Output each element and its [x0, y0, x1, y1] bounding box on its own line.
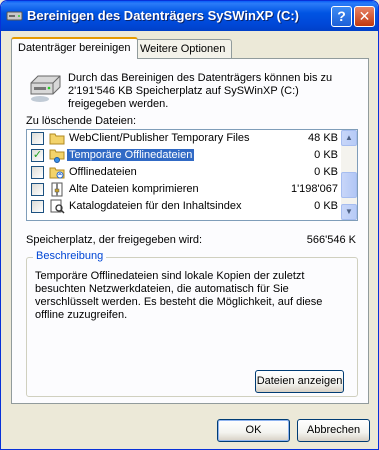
- file-checkbox[interactable]: [31, 183, 44, 196]
- file-name: Alte Dateien komprimieren: [69, 183, 199, 195]
- catalog-icon: [50, 199, 65, 214]
- scroll-thumb[interactable]: [341, 172, 357, 198]
- file-size: 48 KB: [308, 132, 338, 144]
- files-label: Zu löschende Dateien:: [26, 115, 137, 127]
- list-item[interactable]: Alte Dateien komprimieren 1'198'067: [27, 181, 342, 198]
- ok-button[interactable]: OK: [217, 419, 290, 442]
- file-checkbox[interactable]: [31, 200, 44, 213]
- file-checkbox[interactable]: [31, 166, 44, 179]
- list-item[interactable]: Offlinedateien 0 KB: [27, 164, 342, 181]
- description-title: Beschreibung: [33, 250, 107, 262]
- scroll-down-icon[interactable]: ▼: [341, 204, 357, 220]
- list-item[interactable]: Katalogdateien für den Inhaltsindex 0 KB: [27, 198, 342, 215]
- help-button[interactable]: ?: [331, 6, 352, 27]
- file-checkbox[interactable]: ✓: [31, 149, 44, 162]
- close-button[interactable]: ✕: [354, 6, 375, 27]
- description-text: Temporäre Offlinedateien sind lokale Kop…: [35, 270, 323, 321]
- offline-files-icon: [49, 167, 65, 179]
- hard-drive-icon: [30, 75, 61, 102]
- file-name: Temporäre Offlinedateien: [67, 149, 195, 161]
- view-files-button[interactable]: Dateien anzeigen: [255, 370, 344, 393]
- file-size: 1'198'067: [290, 183, 338, 195]
- file-checkbox[interactable]: [31, 132, 44, 145]
- window-title: Bereinigen des Datenträgers SySWinXP (C:…: [27, 8, 299, 23]
- file-size: 0 KB: [314, 200, 338, 212]
- dialog-window: Bereinigen des Datenträgers SySWinXP (C:…: [0, 0, 379, 450]
- title-bar[interactable]: Bereinigen des Datenträgers SySWinXP (C:…: [1, 1, 378, 31]
- space-label: Speicherplatz, der freigegeben wird:: [26, 234, 203, 246]
- tab-more-options[interactable]: Weitere Optionen: [133, 39, 233, 59]
- file-name: WebClient/Publisher Temporary Files: [69, 132, 250, 144]
- space-value: 566'546 K: [306, 234, 356, 246]
- file-name: Katalogdateien für den Inhaltsindex: [69, 200, 242, 212]
- file-size: 0 KB: [314, 166, 338, 178]
- tab-disk-cleanup[interactable]: Datenträger bereinigen: [11, 37, 138, 59]
- list-scrollbar[interactable]: ▲ ▼: [341, 130, 357, 220]
- cancel-button[interactable]: Abbrechen: [297, 419, 370, 442]
- intro-text: Durch das Bereinigen des Datenträgers kö…: [68, 72, 333, 110]
- list-item[interactable]: WebClient/Publisher Temporary Files 48 K…: [27, 130, 342, 147]
- files-list[interactable]: WebClient/Publisher Temporary Files 48 K…: [26, 129, 358, 221]
- scroll-up-icon[interactable]: ▲: [341, 130, 357, 146]
- disk-cleanup-icon: [6, 11, 23, 21]
- compress-icon: [51, 182, 63, 197]
- file-size: 0 KB: [314, 149, 338, 161]
- list-item[interactable]: ✓ Temporäre Offlinedateien 0 KB: [27, 147, 342, 164]
- folder-icon: [49, 133, 65, 145]
- tab-panel: Durch das Bereinigen des Datenträgers kö…: [11, 58, 369, 404]
- network-folder-icon: [49, 149, 65, 163]
- file-name: Offlinedateien: [69, 166, 137, 178]
